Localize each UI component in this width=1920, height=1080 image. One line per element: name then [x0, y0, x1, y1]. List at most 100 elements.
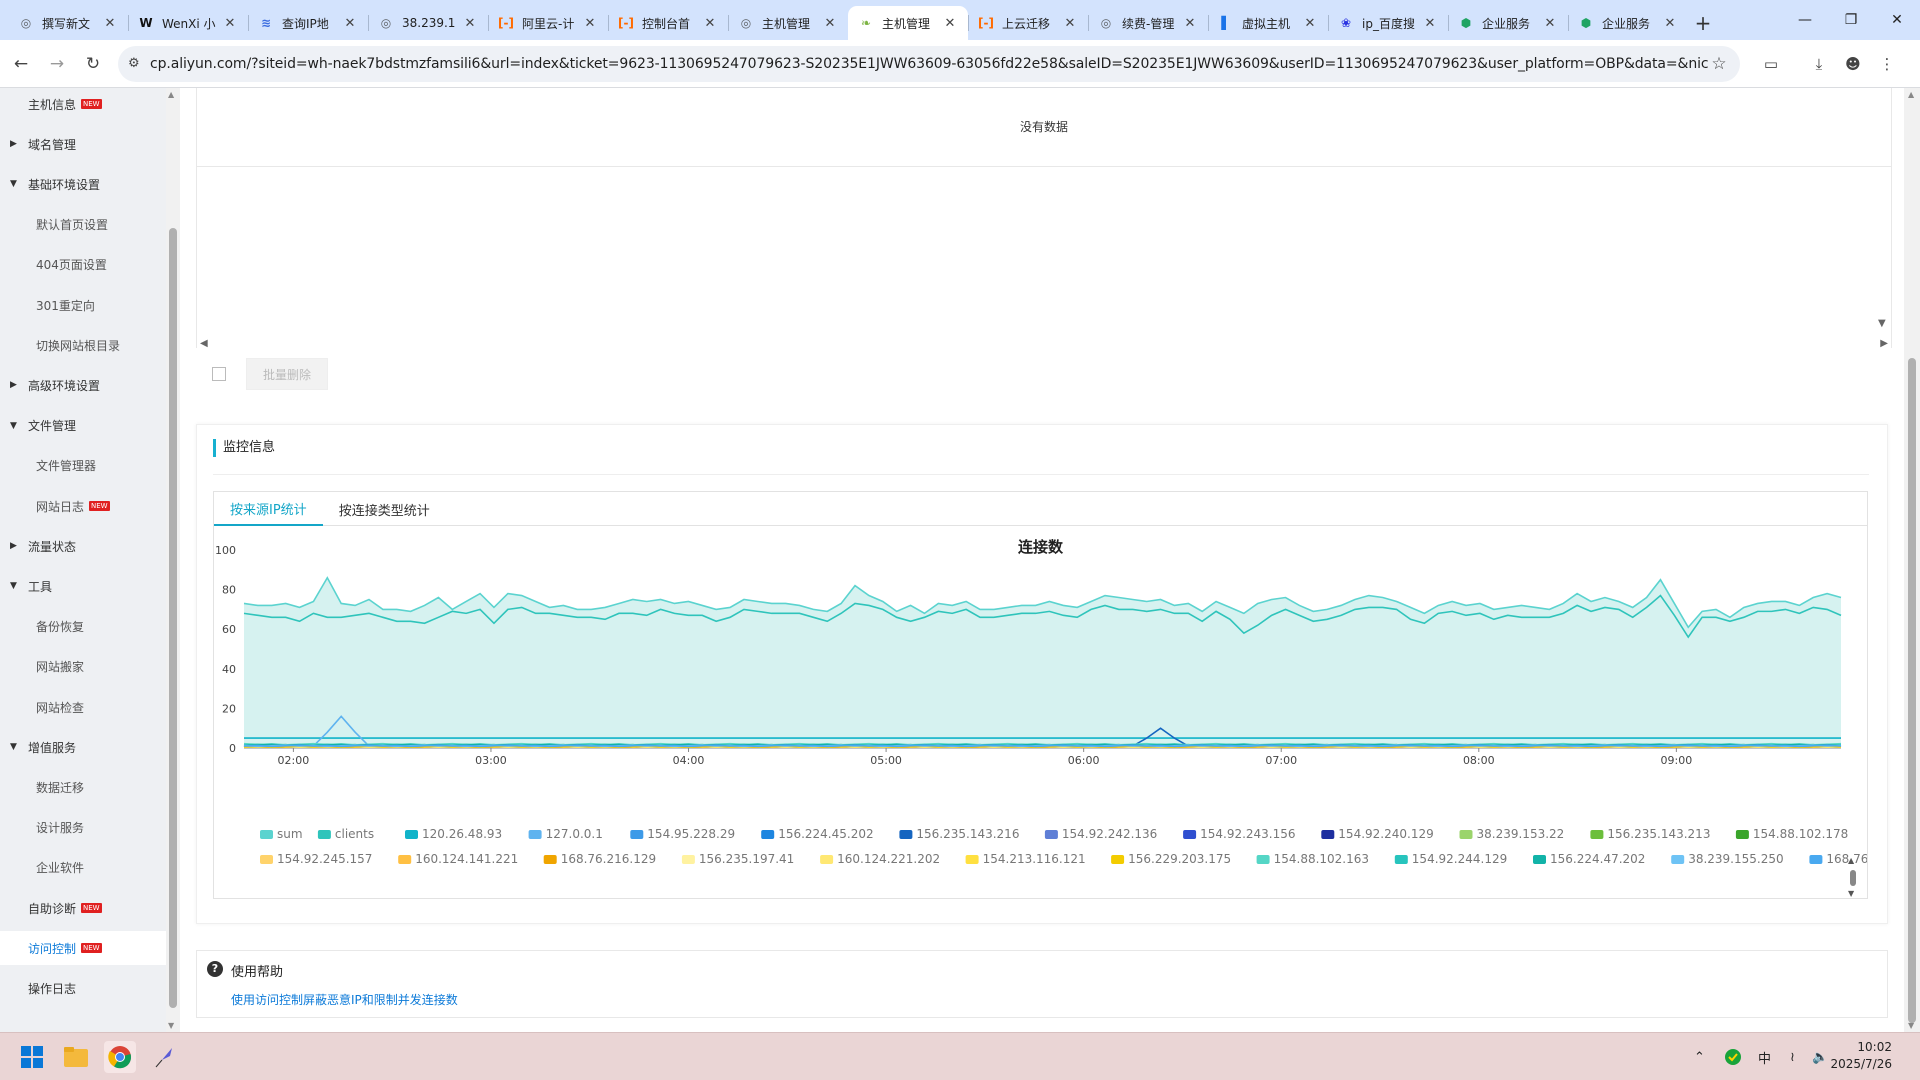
browser-tab[interactable]: [-] 阿里云-计 ✕ [488, 6, 608, 40]
close-tab-icon[interactable]: ✕ [1662, 16, 1678, 31]
sidebar-item[interactable]: 文件管理器 [0, 449, 166, 483]
sidebar-item[interactable]: 网站检查 [0, 690, 166, 724]
page-scroll-up-icon[interactable]: ▲ [1908, 90, 1914, 99]
scroll-left-icon[interactable]: ◀ [200, 338, 208, 349]
legend-label: 156.229.203.175 [1128, 852, 1231, 866]
sidebar-item[interactable]: 切换网站根目录 [0, 328, 166, 362]
sidebar-item[interactable]: ▶ 流量状态 [0, 529, 166, 563]
close-tab-icon[interactable]: ✕ [702, 16, 718, 31]
cast-icon[interactable]: ▭ [1754, 49, 1788, 79]
windows-start-icon[interactable] [16, 1041, 48, 1073]
scroll-up-icon[interactable]: ▲ [168, 90, 174, 99]
sidebar-item[interactable]: ▶ 高级环境设置 [0, 368, 166, 402]
legend-up-icon[interactable]: ▲ [1848, 856, 1854, 865]
close-tab-icon[interactable]: ✕ [1302, 16, 1318, 31]
new-tab-icon[interactable]: + [1688, 6, 1718, 40]
sidebar-item[interactable]: 网站搬家 [0, 650, 166, 684]
sidebar-item-label: 高级环境设置 [28, 378, 101, 393]
browser-tab[interactable]: [-] 控制台首 ✕ [608, 6, 728, 40]
menu-kebab-icon[interactable]: ⋮ [1870, 49, 1904, 79]
profile-icon[interactable]: ☻ [1836, 49, 1870, 79]
browser-tab[interactable]: ❀ ip_百度搜 ✕ [1328, 6, 1448, 40]
select-all-checkbox[interactable] [212, 367, 226, 381]
legend-scroll-thumb[interactable] [1850, 870, 1856, 886]
taskbar: ⌃ 中 ≀ 🔈 10:02 2025/7/26 [0, 1032, 1920, 1080]
address-bar[interactable]: ⚙ cp.aliyun.com/?siteid=wh-naek7bdstmzfa… [118, 45, 1740, 82]
sidebar-item[interactable]: ▼ 文件管理 [0, 409, 166, 443]
wifi-icon[interactable]: ≀ [1790, 1033, 1795, 1080]
close-tab-icon[interactable]: ✕ [1422, 16, 1438, 31]
browser-tab[interactable]: [-] 上云迁移 ✕ [968, 6, 1088, 40]
sidebar-item[interactable]: 默认首页设置 [0, 208, 166, 242]
forward-icon[interactable]: → [42, 49, 72, 79]
browser-tab[interactable]: ◎ 38.239.1 ✕ [368, 6, 488, 40]
browser-tab[interactable]: ⬢ 企业服务 ✕ [1568, 6, 1688, 40]
table-scroll-down-icon[interactable]: ▼ [1878, 318, 1886, 329]
ime-indicator[interactable]: 中 [1758, 1033, 1771, 1080]
sidebar-item[interactable]: 404页面设置 [0, 248, 166, 282]
sidebar-item[interactable]: 网站日志 NEW [0, 489, 166, 523]
back-icon[interactable]: ← [6, 49, 36, 79]
browser-tab[interactable]: ◎ 撰写新文 ✕ [8, 6, 128, 40]
chrome-icon[interactable] [104, 1041, 136, 1073]
scroll-right-icon[interactable]: ▶ [1880, 338, 1888, 349]
close-tab-icon[interactable]: ✕ [222, 16, 238, 31]
security-tray-icon[interactable] [1724, 1033, 1742, 1080]
hexagon-icon: ⬢ [1580, 16, 1592, 30]
close-tab-icon[interactable]: ✕ [942, 16, 958, 31]
sidebar-item[interactable]: ▼ 增值服务 [0, 730, 166, 764]
close-tab-icon[interactable]: ✕ [102, 16, 118, 31]
sidebar-item[interactable]: 主机信息 NEW [0, 88, 166, 121]
feather-app-icon[interactable] [148, 1041, 180, 1073]
sidebar-scroll-thumb[interactable] [169, 228, 177, 1008]
minimize-icon[interactable]: — [1782, 0, 1828, 40]
sidebar-item[interactable]: 自助诊断 NEW [0, 891, 166, 925]
sidebar-item[interactable]: ▼ 工具 [0, 569, 166, 603]
sidebar-item[interactable]: 操作日志 [0, 971, 166, 1005]
browser-tab[interactable]: ❧ 主机管理 ✕ [848, 6, 968, 40]
page-scroll-down-icon[interactable]: ▼ [1908, 1021, 1914, 1030]
sidebar-item[interactable]: 访问控制 NEW [0, 931, 166, 966]
close-tab-icon[interactable]: ✕ [582, 16, 598, 31]
bookmark-star-icon[interactable]: ☆ [1708, 54, 1730, 74]
url-text[interactable]: cp.aliyun.com/?siteid=wh-naek7bdstmzfams… [150, 56, 1708, 72]
file-explorer-icon[interactable] [60, 1041, 92, 1073]
table-horizontal-scrollbar[interactable]: ◀ ▶ [196, 338, 1892, 352]
browser-tab[interactable]: ◎ 主机管理 ✕ [728, 6, 848, 40]
sidebar-item[interactable]: 数据迁移 [0, 770, 166, 804]
batch-actions: 批量删除 [212, 358, 328, 390]
batch-delete-button[interactable]: 批量删除 [246, 358, 328, 390]
page-scroll-thumb[interactable] [1908, 358, 1916, 1023]
system-clock[interactable]: 10:02 2025/7/26 [1830, 1039, 1892, 1073]
browser-tab[interactable]: ◎ 续费-管理 ✕ [1088, 6, 1208, 40]
close-window-icon[interactable]: ✕ [1874, 0, 1920, 40]
close-tab-icon[interactable]: ✕ [1542, 16, 1558, 31]
volume-icon[interactable]: 🔈 [1812, 1033, 1828, 1080]
close-tab-icon[interactable]: ✕ [822, 16, 838, 31]
legend-scrollbar[interactable]: ▲ ▼ [1846, 856, 1860, 898]
sidebar-item[interactable]: ▶ 域名管理 [0, 127, 166, 161]
browser-tab[interactable]: ▌ 虚拟主机 ✕ [1208, 6, 1328, 40]
browser-tab[interactable]: W WenXi 小 ✕ [128, 6, 248, 40]
close-tab-icon[interactable]: ✕ [1062, 16, 1078, 31]
restore-icon[interactable]: ❐ [1828, 0, 1874, 40]
close-tab-icon[interactable]: ✕ [462, 16, 478, 31]
help-link[interactable]: 使用访问控制屏蔽恶意IP和限制并发连接数 [231, 991, 458, 1008]
close-tab-icon[interactable]: ✕ [342, 16, 358, 31]
reload-icon[interactable]: ↻ [78, 49, 108, 79]
page-scrollbar[interactable]: ▲ ▼ [1904, 88, 1920, 1032]
sidebar-scrollbar[interactable]: ▲ ▼ [166, 88, 180, 1032]
site-info-icon[interactable]: ⚙ [128, 56, 150, 71]
browser-tab[interactable]: ⬢ 企业服务 ✕ [1448, 6, 1568, 40]
tray-chevron-icon[interactable]: ⌃ [1694, 1033, 1705, 1080]
sidebar-item[interactable]: 设计服务 [0, 811, 166, 845]
sidebar-item[interactable]: 企业软件 [0, 851, 166, 885]
sidebar-item[interactable]: ▼ 基础环境设置 [0, 167, 166, 201]
sidebar-item[interactable]: 301重定向 [0, 288, 166, 322]
scroll-down-icon[interactable]: ▼ [168, 1021, 174, 1030]
download-icon[interactable]: ⤓ [1802, 49, 1836, 79]
browser-tab[interactable]: ≋ 查询IP地 ✕ [248, 6, 368, 40]
sidebar-item[interactable]: 备份恢复 [0, 610, 166, 644]
close-tab-icon[interactable]: ✕ [1182, 16, 1198, 31]
legend-down-icon[interactable]: ▼ [1848, 889, 1854, 898]
